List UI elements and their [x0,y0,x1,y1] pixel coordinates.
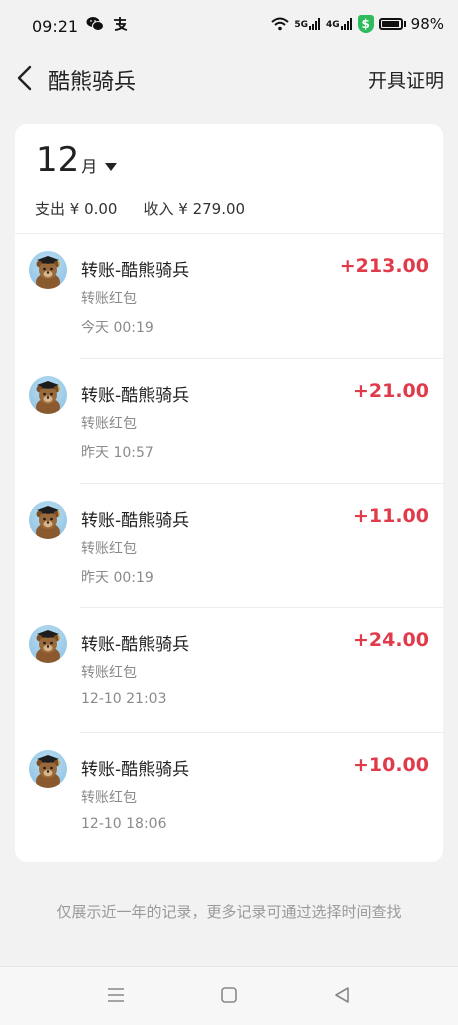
transaction-list: 转账-酷熊骑兵 转账红包 今天 00:19 +213.00 转账-酷熊骑兵 转账… [15,234,443,858]
back-triangle-icon[interactable] [332,985,352,1005]
back-arrow-icon[interactable] [14,64,38,92]
transaction-time: 昨天 10:57 [81,444,154,461]
transaction-type: 转账红包 [81,291,137,307]
signal-bars-icon [340,18,352,30]
transaction-row[interactable]: 转账-酷熊骑兵 转账红包 今天 00:19 +213.00 [15,234,443,359]
transaction-type: 转账红包 [81,415,137,432]
status-time: 09:21 [32,17,79,36]
transaction-amount: +10.00 [352,754,429,777]
security-shield-icon: $ [357,15,374,33]
transaction-time: 昨天 00:19 [81,569,154,586]
transaction-row[interactable]: 转账-酷熊骑兵 转账红包 12-10 21:03 +24.00 [15,608,443,734]
bear-avatar [29,500,67,539]
signal-bars-icon [309,18,320,30]
transaction-row[interactable]: 转账-酷熊骑兵 转账红包 昨天 10:57 +21.00 [15,359,443,484]
transaction-title: 转账-酷熊骑兵 [81,760,190,781]
bear-graduate-icon [36,256,60,289]
month-selector[interactable]: 12 月 [36,140,118,180]
header: 酷熊骑兵 开具证明 [0,52,458,108]
signal-4g-label: 4G [326,20,340,30]
system-nav-bar [0,966,458,1025]
bear-graduate-icon [36,380,60,414]
transaction-time: 12-10 21:03 [81,691,167,708]
status-bar: 09:21 5G 4G $ 98% [0,0,458,52]
transaction-time: 12-10 18:06 [81,816,167,833]
transaction-row[interactable]: 转账-酷熊骑兵 转账红包 昨天 00:19 +11.00 [15,484,443,609]
signal-5g-label: 5G [294,20,308,30]
bear-graduate-icon [36,630,60,664]
caret-down-icon [105,163,118,171]
wechat-icon [86,17,104,31]
transaction-type: 转账红包 [81,540,137,557]
transaction-title: 转账-酷熊骑兵 [81,385,190,406]
transaction-amount: +24.00 [352,629,429,652]
bill-card: 12 月 支出 ¥ 0.00 收入 ¥ 279.00 转账-酷熊骑兵 转账红包 … [15,124,443,862]
expense-total: 支出 ¥ 0.00 [35,200,118,218]
battery-tip [403,21,406,27]
transaction-row[interactable]: 转账-酷熊骑兵 转账红包 12-10 18:06 +10.00 [15,733,443,858]
transaction-type: 转账红包 [81,790,137,807]
transaction-title: 转账-酷熊骑兵 [81,635,190,656]
transaction-amount: +11.00 [352,504,429,527]
bear-avatar [29,375,67,414]
alipay-icon [114,17,128,31]
menu-icon[interactable] [106,985,126,1005]
transaction-title: 转账-酷熊骑兵 [81,261,190,281]
records-hint: 仅展示近一年的记录，更多记录可通过选择时间查找 [56,903,402,921]
home-icon[interactable] [219,985,239,1005]
bear-avatar [29,750,67,789]
bear-avatar [29,251,67,289]
month-unit: 月 [81,157,98,176]
issue-certificate-button[interactable]: 开具证明 [368,66,444,93]
bear-graduate-icon [36,755,60,789]
transaction-type: 转账红包 [81,665,137,682]
transaction-title: 转账-酷熊骑兵 [81,510,190,531]
income-total: 收入 ¥ 279.00 [143,200,246,218]
status-app-icons [86,16,128,32]
transaction-amount: +213.00 [339,255,429,277]
page-title: 酷熊骑兵 [48,70,137,95]
battery-percent: 98% [410,15,444,33]
transaction-amount: +21.00 [352,379,429,402]
bear-graduate-icon [36,505,60,539]
wifi-icon [271,17,290,31]
month-number: 12 [36,140,80,180]
transaction-time: 今天 00:19 [81,320,154,336]
status-right-icons: 5G 4G $ 98% [271,15,444,33]
battery-icon [378,18,403,30]
month-summary: 支出 ¥ 0.00 收入 ¥ 279.00 [35,198,245,219]
bear-avatar [29,625,67,664]
